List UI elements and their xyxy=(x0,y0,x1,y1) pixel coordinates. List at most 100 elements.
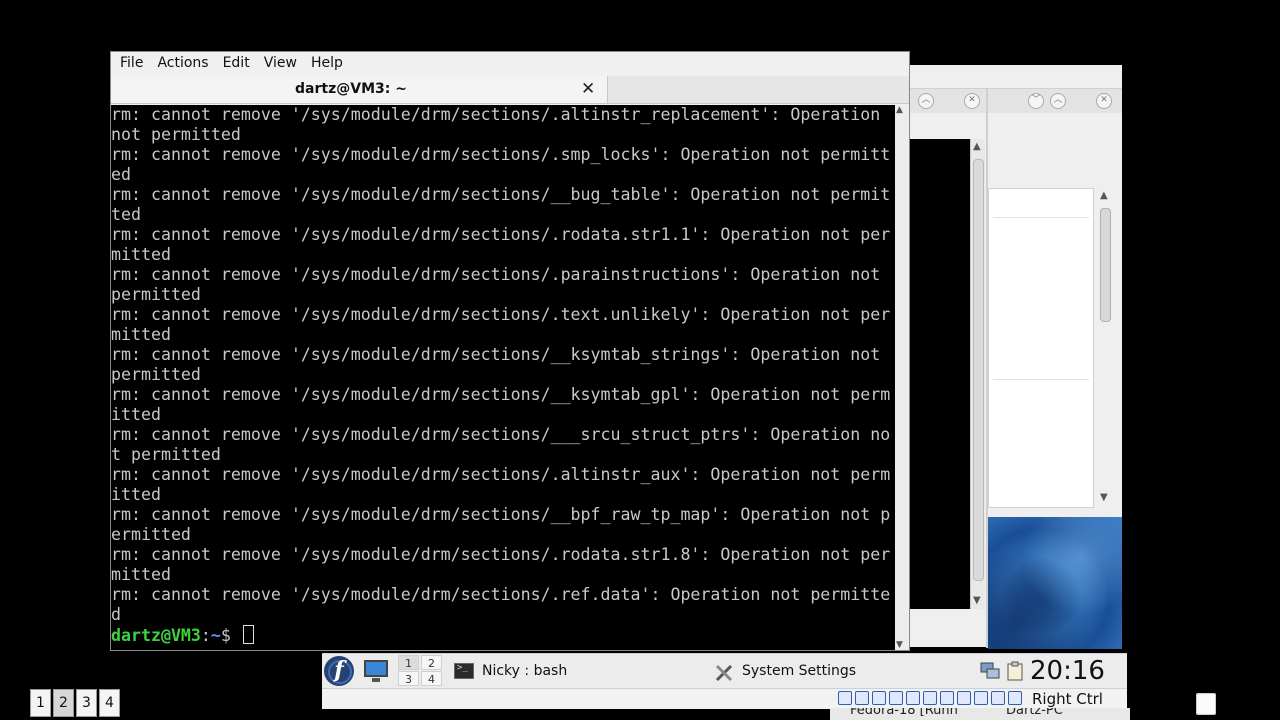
task-terminal[interactable]: Nicky : bash xyxy=(454,656,567,686)
pager-desktop-3[interactable]: 3 xyxy=(398,671,419,686)
shared-folder-icon[interactable] xyxy=(923,691,937,705)
tab-terminal[interactable]: dartz@VM3: ~ ✕ xyxy=(111,76,608,103)
terminal-line: mitted xyxy=(111,325,171,344)
terminal-scrollbar[interactable]: ▲ ▼ xyxy=(895,105,909,650)
prompt-path: ~ xyxy=(210,626,221,645)
terminal-line: itted xyxy=(111,405,161,424)
show-desktop-icon[interactable] xyxy=(362,658,392,684)
scroll-up-icon[interactable]: ▲ xyxy=(973,141,981,153)
network-icon[interactable] xyxy=(889,691,903,705)
host-task-fedora[interactable]: Fedora-18 [Runn xyxy=(850,708,958,718)
desktop-wallpaper xyxy=(988,517,1122,649)
fedora-logo-icon[interactable]: f xyxy=(324,656,354,686)
terminal-line: rm: cannot remove '/sys/module/drm/secti… xyxy=(111,185,891,204)
minimize-icon[interactable]: ﹀ xyxy=(1028,93,1044,109)
terminal-line: rm: cannot remove '/sys/module/drm/secti… xyxy=(111,105,881,124)
scrollbar-thumb[interactable] xyxy=(973,159,984,581)
desktop-pager: 1 2 3 4 xyxy=(398,654,444,688)
background-window: ︿ ✕ ﹀ ︿ ✕ ▲ ▼ ▲ ▼ xyxy=(908,65,1122,649)
terminal-line: rm: cannot remove '/sys/module/drm/secti… xyxy=(111,145,891,164)
close-icon[interactable]: ✕ xyxy=(964,93,980,109)
divider xyxy=(993,217,1089,218)
host-key-label: Right Ctrl xyxy=(1032,690,1103,708)
host-task-dartz[interactable]: Dartz-PC xyxy=(1006,708,1063,718)
prompt-symbol: $ xyxy=(220,626,241,645)
cpu-icon[interactable] xyxy=(974,691,988,705)
display-icon[interactable] xyxy=(940,691,954,705)
terminal-line: permitted xyxy=(111,365,201,384)
terminal-line: rm: cannot remove '/sys/module/drm/secti… xyxy=(111,465,891,484)
scrollbar[interactable]: ▲ ▼ xyxy=(970,139,985,609)
desktop-button-2[interactable]: 2 xyxy=(53,689,74,717)
divider xyxy=(993,379,1089,380)
keyboard-capture-icon[interactable] xyxy=(1008,691,1022,705)
terminal-line: rm: cannot remove '/sys/module/drm/secti… xyxy=(111,505,891,524)
scroll-down-icon[interactable]: ▼ xyxy=(973,595,981,607)
terminal-line: not permitted xyxy=(111,125,241,144)
menu-help[interactable]: Help xyxy=(304,52,350,75)
terminal-line: ted xyxy=(111,205,141,224)
text-cursor xyxy=(242,625,254,644)
menu-edit[interactable]: Edit xyxy=(216,52,257,75)
desktop-button-4[interactable]: 4 xyxy=(99,689,120,717)
maximize-icon[interactable]: ︿ xyxy=(1050,93,1066,109)
terminal-line: rm: cannot remove '/sys/module/drm/secti… xyxy=(111,425,891,444)
task-system-settings[interactable]: System Settings xyxy=(714,656,856,686)
terminal-window: File Actions Edit View Help dartz@VM3: ~… xyxy=(110,51,910,651)
terminal-line: rm: cannot remove '/sys/module/drm/secti… xyxy=(111,385,891,404)
menu-actions[interactable]: Actions xyxy=(150,52,215,75)
scroll-up-icon[interactable]: ▲ xyxy=(1100,190,1108,202)
terminal-line: itted xyxy=(111,485,161,504)
task-system-settings-label: System Settings xyxy=(742,663,857,679)
tab-title: dartz@VM3: ~ xyxy=(295,81,407,97)
terminal-line: rm: cannot remove '/sys/module/drm/secti… xyxy=(111,225,891,244)
terminal-line: rm: cannot remove '/sys/module/drm/secti… xyxy=(111,345,881,364)
menu-view[interactable]: View xyxy=(257,52,304,75)
vm-status-icons xyxy=(838,689,1025,707)
scroll-down-icon[interactable]: ▼ xyxy=(1100,492,1108,504)
prompt-user: dartz@VM3 xyxy=(111,626,201,645)
host-taskbar: Fedora-18 [Runn Dartz-PC xyxy=(830,708,1130,720)
audio-icon[interactable] xyxy=(872,691,886,705)
background-content-panel xyxy=(988,188,1094,508)
menu-file[interactable]: File xyxy=(111,52,150,75)
tab-bar: dartz@VM3: ~ ✕ xyxy=(111,76,909,104)
terminal-line: t permitted xyxy=(111,445,221,464)
terminal-output[interactable]: rm: cannot remove '/sys/module/drm/secti… xyxy=(111,105,895,650)
terminal-line: rm: cannot remove '/sys/module/drm/secti… xyxy=(111,305,891,324)
pager-desktop-1[interactable]: 1 xyxy=(398,655,419,670)
scroll-down-icon[interactable]: ▼ xyxy=(896,640,903,650)
clipboard-icon[interactable] xyxy=(1005,661,1025,681)
clock[interactable]: 20:16 xyxy=(1030,654,1105,688)
terminal-line: rm: cannot remove '/sys/module/drm/secti… xyxy=(111,265,881,284)
pager-desktop-2[interactable]: 2 xyxy=(421,655,442,670)
taskbar: f 1 2 3 4 Nicky : bash System Settings xyxy=(322,653,1127,688)
notes-icon[interactable] xyxy=(1196,693,1216,715)
hard-disk-icon[interactable] xyxy=(838,691,852,705)
network-icon[interactable] xyxy=(980,661,1000,681)
optical-drive-icon[interactable] xyxy=(855,691,869,705)
mouse-integration-icon[interactable] xyxy=(991,691,1005,705)
terminal-line: ermitted xyxy=(111,525,191,544)
close-icon[interactable]: ✕ xyxy=(1096,93,1112,109)
up-icon[interactable]: ︿ xyxy=(918,93,934,109)
terminal-line: permitted xyxy=(111,285,201,304)
scrollbar-thumb[interactable] xyxy=(1100,208,1111,322)
video-capture-icon[interactable] xyxy=(957,691,971,705)
terminal-line: mitted xyxy=(111,245,171,264)
prompt-separator: : xyxy=(200,626,211,645)
usb-icon[interactable] xyxy=(906,691,920,705)
desktop-button-1[interactable]: 1 xyxy=(30,689,51,717)
pager-desktop-4[interactable]: 4 xyxy=(421,671,442,686)
background-terminal-pane xyxy=(910,139,970,609)
desktop-button-3[interactable]: 3 xyxy=(76,689,97,717)
background-window-titlebar[interactable]: ︿ ✕ ﹀ ︿ ✕ xyxy=(908,88,1122,113)
virtual-desktop-switcher: 1 2 3 4 xyxy=(30,689,122,717)
monitor-shape xyxy=(364,660,388,677)
menu-bar: File Actions Edit View Help xyxy=(111,52,909,75)
close-icon[interactable]: ✕ xyxy=(581,79,595,99)
scroll-up-icon[interactable]: ▲ xyxy=(896,105,903,115)
terminal-prompt[interactable]: dartz@VM3:~$ xyxy=(111,625,895,645)
terminal-line: ed xyxy=(111,165,131,184)
scrollbar[interactable]: ▲ ▼ xyxy=(1096,188,1114,506)
